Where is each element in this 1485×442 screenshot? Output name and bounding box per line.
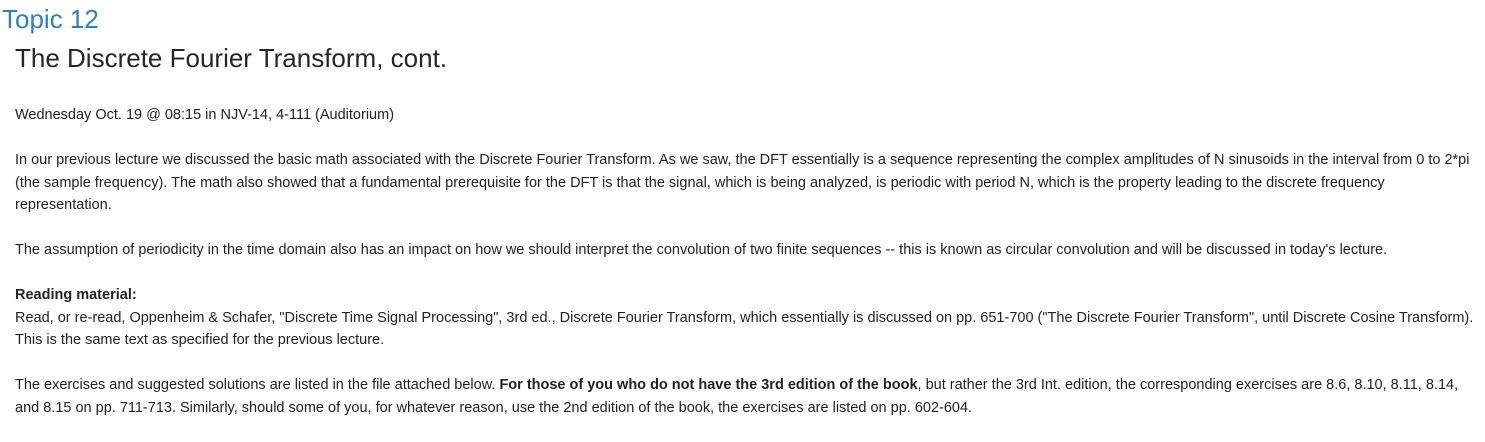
reading-material-text: Read, or re-read, Oppenheim & Schafer, "… bbox=[15, 309, 1474, 349]
schedule-text: Wednesday Oct. 19 @ 08:15 in NJV-14, 4-1… bbox=[15, 107, 395, 123]
intro-paragraph: In our previous lecture we discussed the… bbox=[15, 152, 1470, 213]
reading-material-heading: Reading material: bbox=[15, 287, 137, 303]
exercises-bold-text: For those of you who do not have the 3rd… bbox=[499, 377, 918, 393]
topic-section-link[interactable]: Topic 12 bbox=[2, 2, 99, 36]
reading-material-block: Reading material: Read, or re-read, Oppe… bbox=[15, 284, 1480, 352]
topic-title: The Discrete Fourier Transform, cont. bbox=[15, 43, 448, 73]
periodicity-paragraph: The assumption of periodicity in the tim… bbox=[15, 242, 1388, 258]
exercises-lead-text: The exercises and suggested solutions ar… bbox=[15, 377, 500, 393]
exercises-paragraph: The exercises and suggested solutions ar… bbox=[15, 374, 1480, 419]
topic-summary: Wednesday Oct. 19 @ 08:15 in NJV-14, 4-1… bbox=[15, 104, 1480, 442]
